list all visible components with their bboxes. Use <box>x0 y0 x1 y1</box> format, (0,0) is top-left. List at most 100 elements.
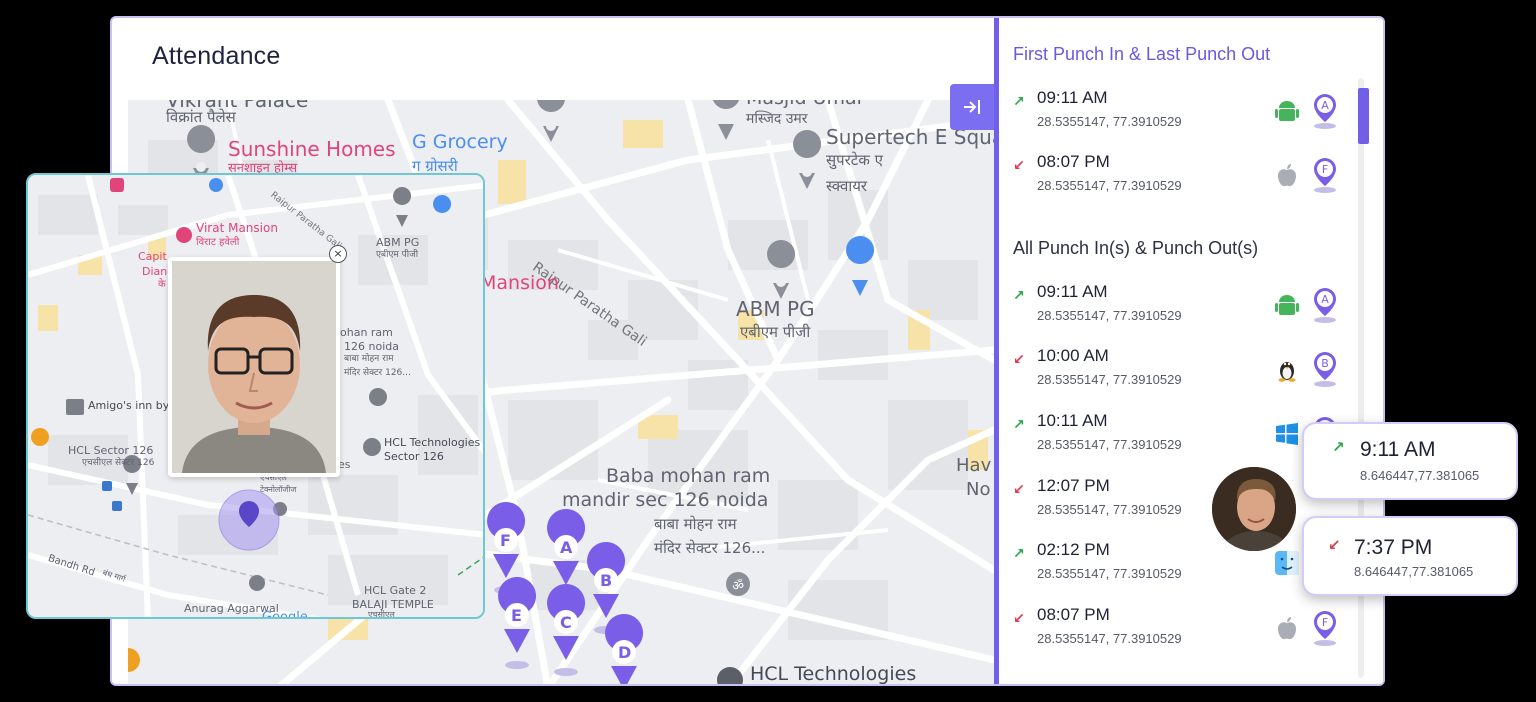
punch-in-arrow-icon: ↗ <box>1013 546 1025 562</box>
punch-coords: 28.5355147, 77.3910529 <box>1037 178 1182 193</box>
selfie-photo <box>168 257 340 477</box>
punch-time: 10:11 AM <box>1037 411 1108 430</box>
finder-icon <box>1275 551 1299 575</box>
punch-coords: 28.5355147, 77.3910529 <box>1037 114 1182 129</box>
map-pin-icon[interactable]: B <box>1311 350 1339 388</box>
inset-map-label: Dian <box>142 265 168 278</box>
inset-map-label: विराट हवेली <box>196 237 240 248</box>
map-label: Mansion <box>480 272 559 294</box>
punch-in-arrow-icon: ↗ <box>1013 94 1025 110</box>
punch-time: 08:07 PM <box>1037 152 1110 171</box>
punch-coords: 28.5355147, 77.3910529 <box>1037 631 1182 646</box>
inset-map-label: HCL Technologies <box>384 436 481 449</box>
pin-letter: F <box>1322 616 1328 629</box>
punch-time: 09:11 AM <box>1037 282 1108 301</box>
map-label: बाबा मोहन राम <box>654 515 737 533</box>
inset-map-label: एचसीएल सेक्टर 126 <box>82 458 155 468</box>
inset-map-label: एचसीएल <box>368 610 395 619</box>
map-pin-label[interactable]: F <box>500 532 511 550</box>
punch-coords: 28.5355147, 77.3910529 <box>1037 308 1182 323</box>
inset-map-label: Sector 126 <box>384 450 444 463</box>
map-label: विक्रांत पैलेस <box>166 108 236 126</box>
punch-time: 09:11 AM <box>1037 88 1108 107</box>
inset-map-label: HCL Gate 2 <box>364 584 427 597</box>
map-pin-icon[interactable]: A <box>1311 286 1339 324</box>
inset-map-label: के <box>158 279 166 290</box>
map-label: mandir sec 126 noida <box>562 489 769 511</box>
inset-map-label: Capit <box>138 250 167 263</box>
map-label: सुपरटेक ए <box>826 151 883 169</box>
map-label: मस्जिद उमर <box>746 111 808 127</box>
inset-map-label: टेक्नोलॉजीज <box>260 485 297 494</box>
punch-in-arrow-icon: ↗ <box>1013 288 1025 304</box>
map-label: मंदिर सेक्टर 126... <box>654 539 766 557</box>
inset-map-label: HCL Sector 126 <box>68 444 154 457</box>
inset-map-label: ABM PG <box>376 236 420 249</box>
apple-icon <box>1278 164 1296 187</box>
punch-out-arrow-icon: ↙ <box>1013 158 1025 174</box>
collapse-right-icon <box>964 100 980 114</box>
scrollbar-thumb[interactable] <box>1358 88 1369 144</box>
windows-icon <box>1276 423 1298 445</box>
all-punches-title: All Punch In(s) & Punch Out(s) <box>1013 238 1259 258</box>
map-pin-icon[interactable]: F <box>1311 156 1339 194</box>
punch-coords: 28.5355147, 77.3910529 <box>1037 502 1182 517</box>
punch-coords: 8.646447,77.381065 <box>1360 468 1480 483</box>
punch-row[interactable]: ↙ 10:00 AM 28.5355147, 77.3910529 B <box>1013 346 1343 402</box>
punch-time: 10:00 AM <box>1037 346 1109 365</box>
punch-in-arrow-icon: ↗ <box>1013 417 1025 433</box>
punch-out-summary-card[interactable]: ↙ 7:37 PM 8.646447,77.381065 <box>1302 516 1518 596</box>
punch-in-summary-card[interactable]: ↗ 9:11 AM 8.646447,77.381065 <box>1302 422 1518 500</box>
map-pin-label[interactable]: A <box>560 539 572 557</box>
linux-icon <box>1278 362 1296 382</box>
first-last-title: First Punch In & Last Punch Out <box>1013 44 1271 64</box>
map-label: G Grocery <box>412 131 508 153</box>
map-pin-icon[interactable]: A <box>1311 92 1339 130</box>
inset-map-label: बाबा मोहन राम <box>344 354 394 364</box>
inset-map-label: 126 noida <box>344 340 399 353</box>
pin-letter: A <box>1321 293 1329 306</box>
google-logo: Google <box>262 610 308 619</box>
avatar <box>1210 465 1298 553</box>
selfie-location-card: Virat Mansion विराट हवेली Capit Dian के … <box>26 173 485 619</box>
map-label: HCL Technologies <box>750 663 917 685</box>
map-pin-label[interactable]: C <box>560 614 572 632</box>
page-title: Attendance <box>152 42 281 70</box>
punch-out-arrow-icon: ↙ <box>1013 611 1025 627</box>
android-icon <box>1275 295 1299 315</box>
inset-map-label: मंदिर सेक्टर 126... <box>344 368 411 378</box>
punch-time: 02:12 PM <box>1037 540 1110 559</box>
punch-row[interactable]: ↙ 08:07 PM 28.5355147, 77.3910529 F <box>1013 605 1343 661</box>
map-pin-icon[interactable]: F <box>1311 609 1339 647</box>
punch-in-arrow-icon: ↗ <box>1332 438 1345 456</box>
punch-coords: 8.646447,77.381065 <box>1354 564 1474 579</box>
pin-letter: A <box>1321 99 1329 112</box>
punch-time: 12:07 PM <box>1037 476 1110 495</box>
map-label: No <box>966 479 991 500</box>
punch-time: 08:07 PM <box>1037 605 1110 624</box>
punch-time: 7:37 PM <box>1354 536 1433 559</box>
map-pin-label[interactable]: E <box>511 607 522 625</box>
apple-icon <box>1278 617 1296 640</box>
inset-map-label: Virat Mansion <box>196 221 278 235</box>
svg-text:ॐ: ॐ <box>732 579 744 594</box>
punch-row[interactable]: ↗ 02:12 PM 28.5355147, 77.3910529 <box>1013 540 1343 596</box>
map-label: Masjid Umar <box>746 100 864 109</box>
inset-map-label: एबीएम पीजी <box>376 250 419 260</box>
map-pin-label[interactable]: D <box>618 644 631 662</box>
map-label: Baba mohan ram <box>606 465 771 487</box>
map-label: ABM PG <box>736 297 815 321</box>
map-label: Sunshine Homes <box>228 137 396 161</box>
punch-row[interactable]: ↙ 08:07 PM 28.5355147, 77.3910529 F <box>1013 152 1343 208</box>
close-photo-button[interactable]: × <box>329 245 347 263</box>
punch-row[interactable]: ↗ 09:11 AM 28.5355147, 77.3910529 A <box>1013 282 1343 338</box>
android-icon <box>1275 101 1299 121</box>
map-label: Hav <box>956 455 992 476</box>
pin-letter: B <box>1321 357 1329 370</box>
punch-time: 9:11 AM <box>1360 438 1436 461</box>
punch-row[interactable]: ↗ 09:11 AM 28.5355147, 77.3910529 A <box>1013 88 1343 144</box>
map-pin-label[interactable]: B <box>600 572 612 590</box>
collapse-panel-button[interactable] <box>950 84 994 130</box>
punch-out-arrow-icon: ↙ <box>1013 482 1025 498</box>
punch-row[interactable]: ↗ 10:11 AM 28.5355147, 77.3910529 C <box>1013 411 1343 467</box>
